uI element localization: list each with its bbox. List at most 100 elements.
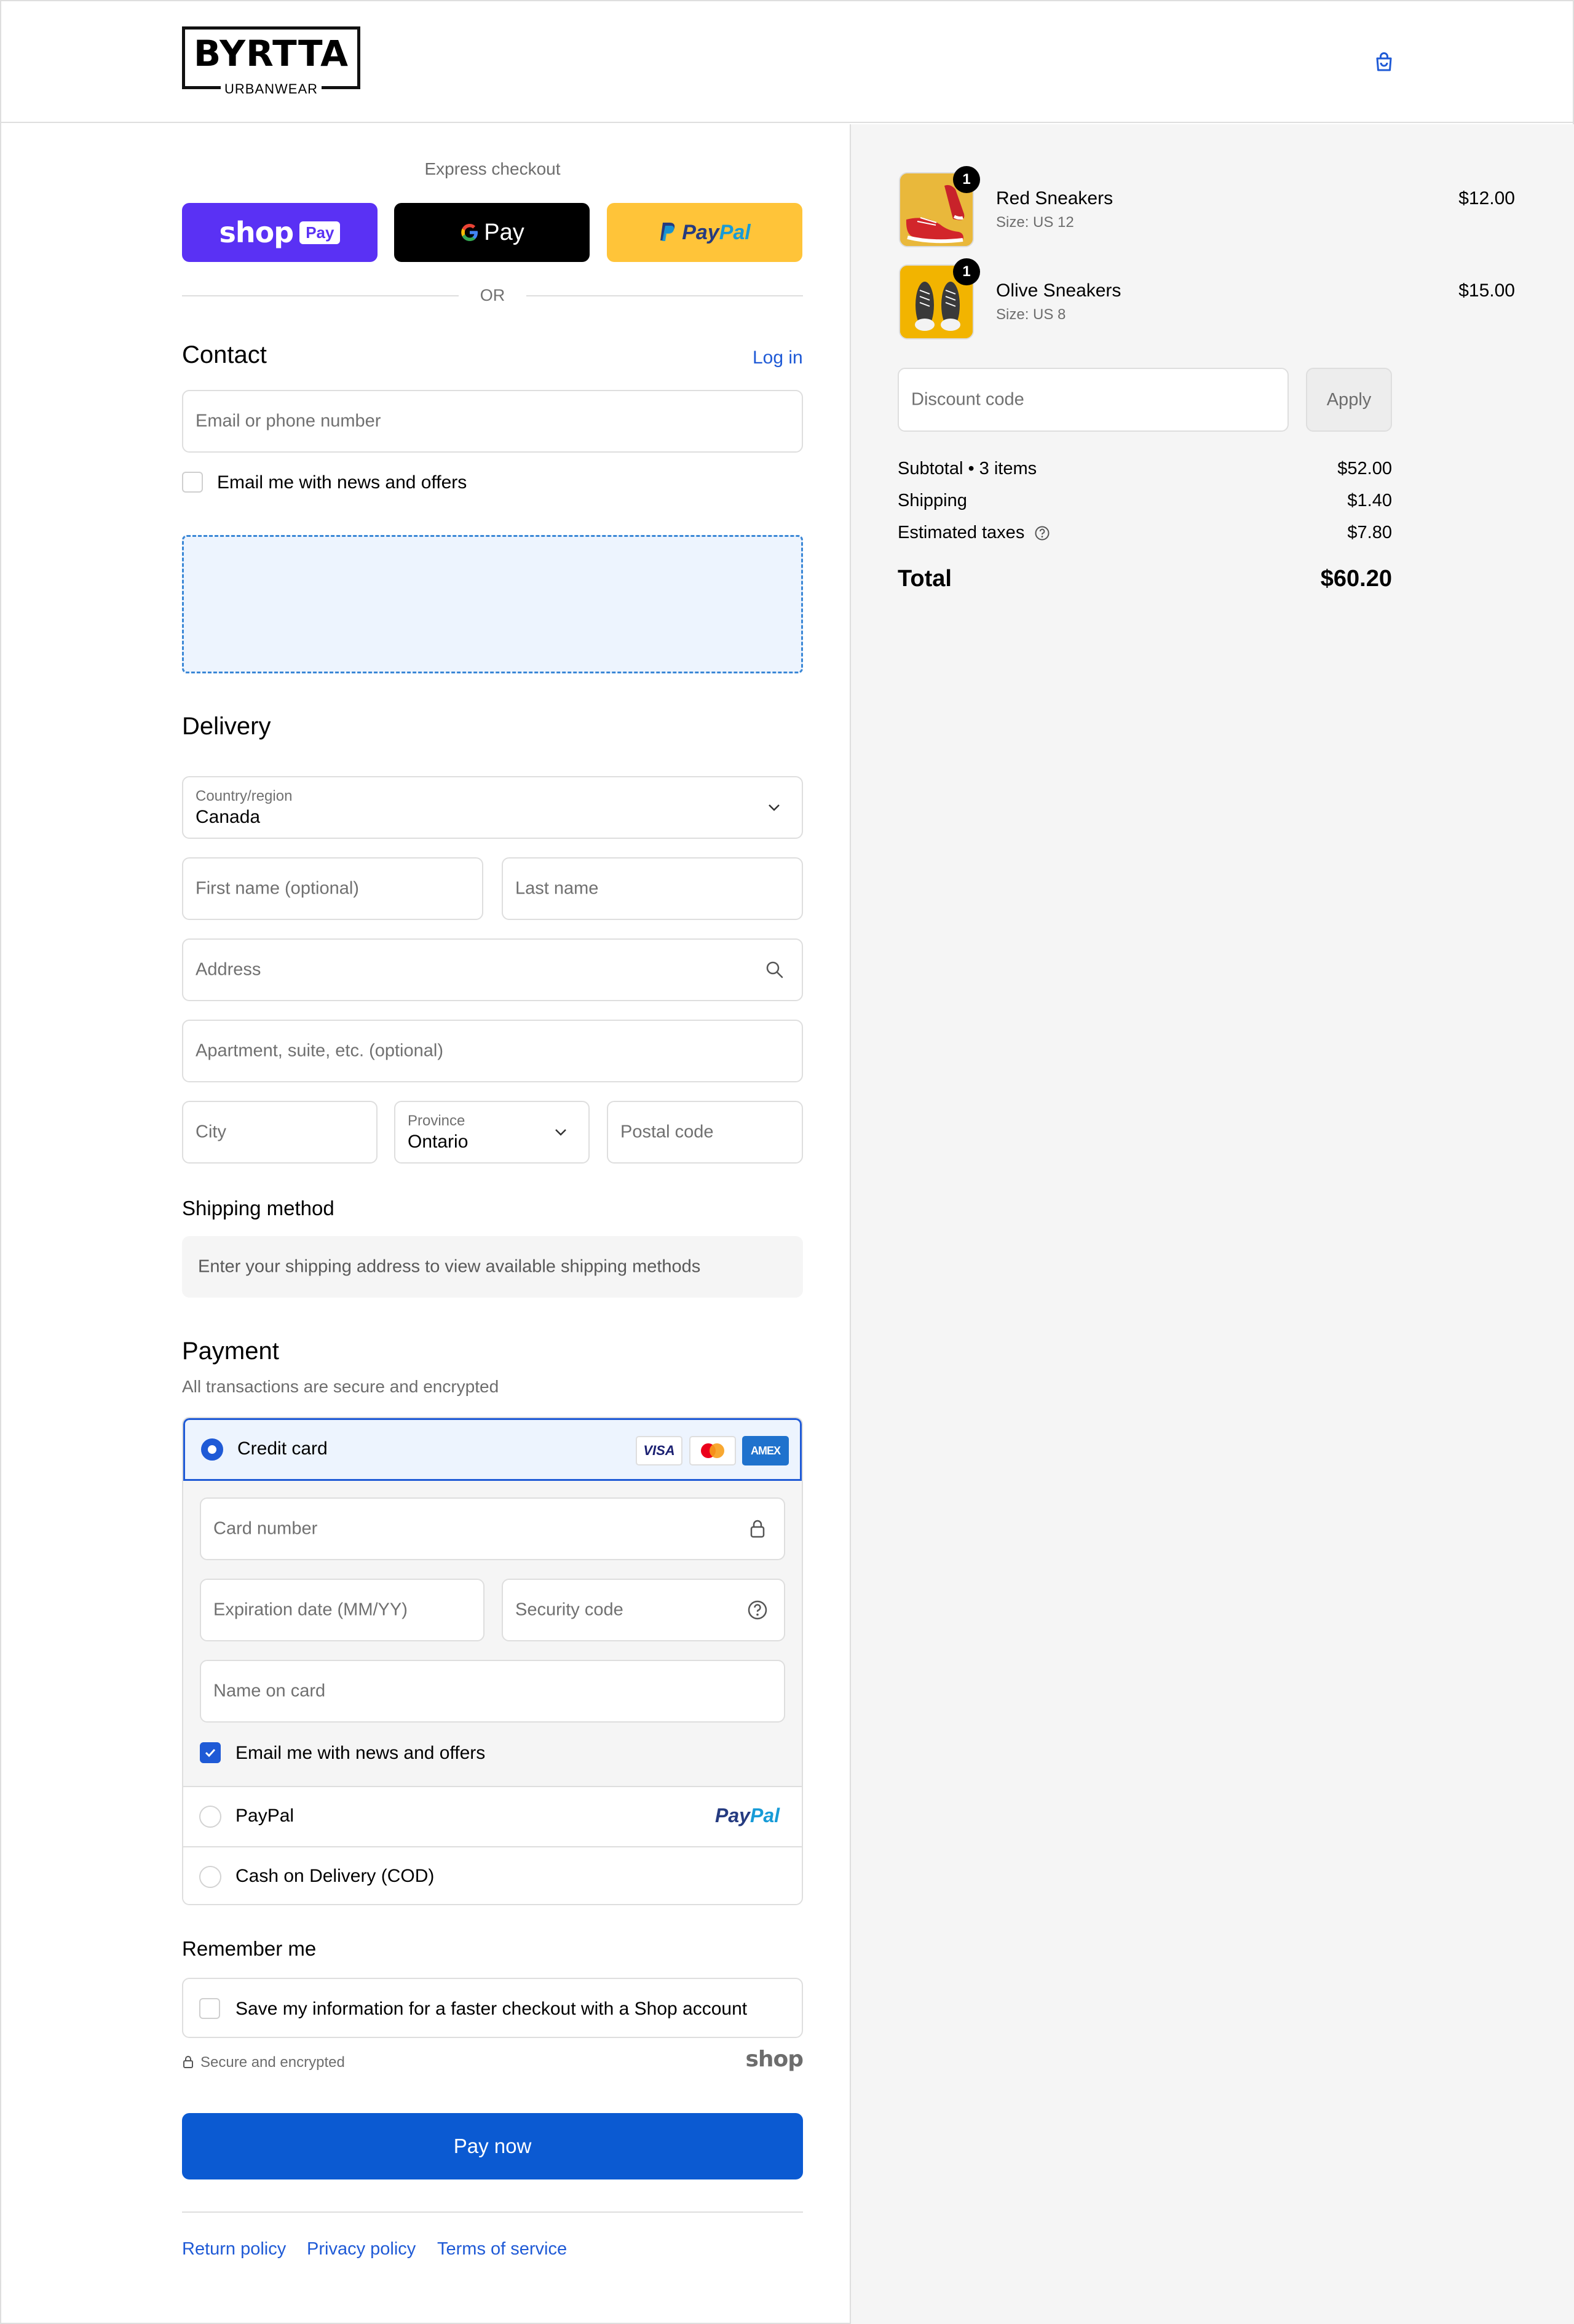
city-field[interactable]: City	[182, 1101, 378, 1164]
apply-discount-button[interactable]: Apply	[1306, 368, 1392, 432]
country-value: Canada	[196, 807, 261, 827]
mastercard-icon	[689, 1436, 736, 1465]
order-summary: 1 Red Sneakers Size: US 12 $12.00 1 Oliv…	[850, 124, 1574, 2324]
address-field[interactable]: Address	[182, 938, 803, 1001]
quantity-badge: 1	[953, 166, 980, 193]
email-placeholder: Email or phone number	[196, 411, 381, 431]
save-info-checkbox[interactable]	[199, 1998, 220, 2019]
credit-card-option[interactable]: Credit card VISA AMEX	[183, 1418, 802, 1481]
apply-label: Apply	[1326, 389, 1372, 410]
cod-option[interactable]: Cash on Delivery (COD)	[183, 1846, 802, 1904]
province-select[interactable]: Province Ontario	[394, 1101, 590, 1164]
expiration-placeholder: Expiration date (MM/YY)	[213, 1600, 408, 1620]
paypal-wordmark-2: Pal	[719, 220, 751, 244]
shipping-method-notice: Enter your shipping address to view avai…	[182, 1236, 803, 1298]
item-name: Red Sneakers	[996, 188, 1113, 208]
secure-encrypted-label: Secure and encrypted	[200, 2054, 345, 2071]
delivery-heading: Delivery	[182, 713, 271, 740]
amex-text: AMEX	[750, 1444, 781, 1457]
paypal-wordmark-1: Pay	[682, 220, 719, 244]
save-info-option[interactable]: Save my information for a faster checkou…	[182, 1978, 803, 2038]
security-code-field[interactable]: Security code	[502, 1579, 785, 1641]
last-name-field[interactable]: Last name	[502, 857, 803, 920]
item-variant: Size: US 8	[996, 306, 1066, 323]
express-checkout-label: Express checkout	[424, 159, 561, 178]
discount-code-placeholder: Discount code	[911, 389, 1024, 410]
province-value: Ontario	[408, 1132, 469, 1152]
item-price: $12.00	[1458, 188, 1515, 208]
postal-code-field[interactable]: Postal code	[607, 1101, 803, 1164]
paypal-radio[interactable]	[199, 1806, 221, 1828]
or-divider-right	[526, 295, 803, 296]
billing-newsletter-checkbox[interactable]	[200, 1742, 221, 1763]
shopping-bag-icon[interactable]	[1374, 52, 1394, 73]
billing-newsletter-label: Email me with news and offers	[235, 1743, 486, 1763]
card-number-field[interactable]: Card number	[200, 1497, 785, 1560]
paypal-option-label: PayPal	[235, 1806, 295, 1826]
contact-heading: Contact	[182, 341, 267, 368]
paypal-option[interactable]: PayPal PayPal	[183, 1786, 802, 1846]
name-on-card-field[interactable]: Name on card	[200, 1660, 785, 1723]
paypal-logo-word-2: Pal	[749, 1804, 780, 1826]
total-value: $60.20	[1320, 566, 1392, 592]
last-name-placeholder: Last name	[515, 878, 599, 898]
privacy-policy-link[interactable]: Privacy policy	[307, 2239, 416, 2259]
first-name-placeholder: First name (optional)	[196, 878, 359, 898]
estimated-taxes-label: Estimated taxes	[898, 523, 1025, 542]
country-label: Country/region	[196, 788, 293, 804]
subtotal-value: $52.00	[1337, 459, 1392, 478]
pay-now-button[interactable]: Pay now	[182, 2113, 803, 2179]
return-policy-link[interactable]: Return policy	[182, 2239, 286, 2259]
shipping-method-heading: Shipping method	[182, 1197, 334, 1220]
province-label: Province	[408, 1112, 465, 1129]
cod-radio[interactable]	[199, 1866, 221, 1888]
or-divider-left	[182, 295, 459, 296]
save-info-label: Save my information for a faster checkou…	[235, 1999, 748, 2019]
brand-name: BYRTTA	[194, 33, 349, 74]
brand-subtitle: URBANWEAR	[220, 81, 322, 97]
shipping-label: Shipping	[898, 491, 967, 510]
newsletter-checkbox[interactable]	[182, 472, 203, 493]
postal-code-placeholder: Postal code	[620, 1122, 714, 1142]
shipping-method-info: Enter your shipping address to view avai…	[198, 1256, 701, 1277]
google-g-icon	[461, 224, 478, 241]
search-icon	[766, 961, 783, 978]
item-variant: Size: US 12	[996, 214, 1074, 231]
item-name: Olive Sneakers	[996, 280, 1121, 301]
paypal-logo: PayPal	[715, 1804, 780, 1827]
google-pay-label: Pay	[484, 219, 524, 245]
checkmark-icon	[205, 1748, 216, 1758]
quantity-badge: 1	[953, 258, 980, 285]
footer-divider	[182, 2211, 803, 2213]
help-circle-icon[interactable]	[747, 1600, 768, 1620]
terms-of-service-link[interactable]: Terms of service	[437, 2239, 567, 2259]
payment-methods: Credit card VISA AMEX Card number Expira…	[182, 1417, 803, 1905]
shop-pay-button[interactable]: shop Pay	[182, 203, 378, 262]
paypal-logo-word-1: Pay	[715, 1804, 750, 1826]
city-placeholder: City	[196, 1122, 226, 1142]
subtotal-label: Subtotal • 3 items	[898, 459, 1037, 478]
address-placeholder: Address	[196, 959, 261, 980]
amex-icon: AMEX	[742, 1436, 789, 1465]
item-price: $15.00	[1458, 280, 1515, 301]
visa-text: VISA	[643, 1443, 675, 1458]
payment-heading: Payment	[182, 1338, 279, 1365]
first-name-field[interactable]: First name (optional)	[182, 857, 483, 920]
email-field[interactable]: Email or phone number	[182, 390, 803, 453]
credit-card-radio[interactable]	[201, 1438, 223, 1461]
help-circle-icon[interactable]	[1034, 525, 1050, 541]
or-label: OR	[480, 286, 505, 304]
login-link[interactable]: Log in	[753, 347, 803, 368]
apartment-field[interactable]: Apartment, suite, etc. (optional)	[182, 1020, 803, 1082]
discount-code-field[interactable]: Discount code	[898, 368, 1289, 432]
brand-logo[interactable]: BYRTTA URBANWEAR	[182, 26, 360, 97]
google-pay-button[interactable]: Pay	[394, 203, 590, 262]
apartment-placeholder: Apartment, suite, etc. (optional)	[196, 1041, 443, 1061]
remember-me-heading: Remember me	[182, 1937, 317, 1960]
estimated-taxes-value: $7.80	[1347, 523, 1392, 542]
expiration-date-field[interactable]: Expiration date (MM/YY)	[200, 1579, 484, 1641]
country-select[interactable]: Country/region Canada	[182, 776, 803, 839]
paypal-express-button[interactable]: Pay Pal	[607, 203, 802, 262]
payment-subtitle: All transactions are secure and encrypte…	[182, 1377, 499, 1396]
security-code-placeholder: Security code	[515, 1600, 623, 1620]
